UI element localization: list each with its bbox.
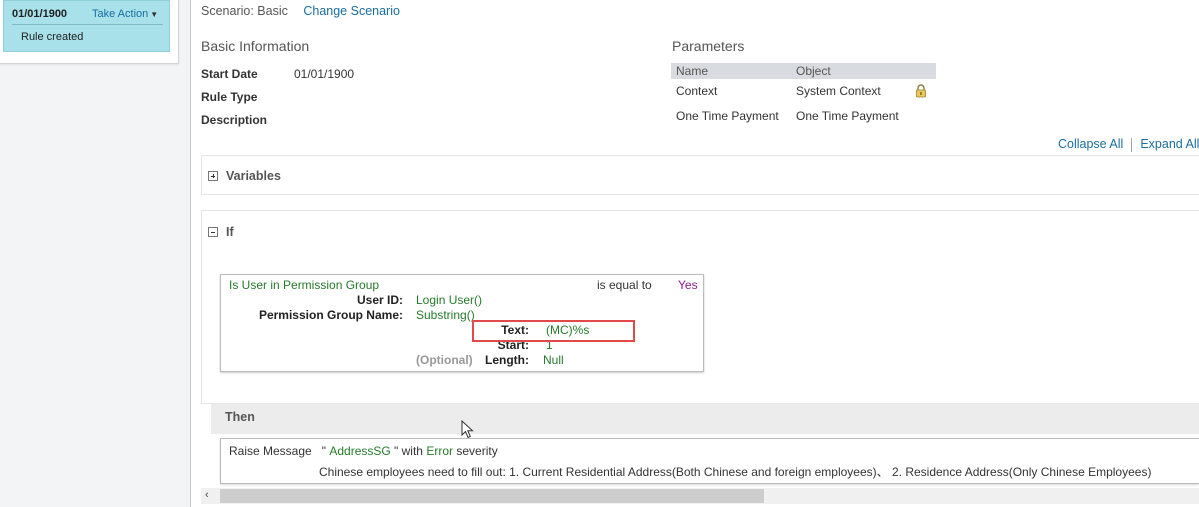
highlight-box [472,320,635,342]
function-name[interactable]: Is User in Permission Group [229,278,379,292]
then-section: Then [211,404,1199,434]
start-date-value: 01/01/1900 [294,67,355,81]
user-id-value[interactable]: Login User() [416,293,482,307]
user-id-label: User ID: [356,293,403,307]
basic-info-title: Basic Information [201,38,310,54]
variables-section: Variables [201,155,1199,195]
lock-icon [916,84,926,98]
message-level[interactable]: Error [426,444,453,458]
take-action-menu[interactable]: Take Action ▼ [92,8,158,20]
message-suffix: severity [456,444,498,458]
description-label: Description [201,113,268,127]
horizontal-scrollbar[interactable]: ‹ [201,488,1199,504]
expand-collapse-links: Collapse All Expand All [1058,137,1199,152]
length-label: Length: [485,353,529,367]
expand-all-link[interactable]: Expand All [1140,137,1199,151]
rule-type-label: Rule Type [201,90,258,104]
param-object: System Context [796,84,881,98]
parameters-header: Name Object [671,63,936,79]
collapse-all-link[interactable]: Collapse All [1058,137,1123,151]
expand-icon[interactable] [208,171,218,181]
message-name[interactable]: AddressSG [329,444,390,458]
mouse-cursor-icon [461,420,474,439]
change-scenario-link[interactable]: Change Scenario [303,4,400,18]
collapse-icon[interactable] [208,227,218,237]
history-card[interactable]: 01/01/1900 Take Action ▼ Rule created [3,0,170,52]
scroll-left-icon[interactable]: ‹ [205,489,209,501]
optional-label: (Optional) [416,353,473,367]
scrollbar-thumb[interactable] [220,489,764,503]
take-action-label[interactable]: Take Action [92,8,148,20]
raise-message-label[interactable]: Raise Message " AddressSG " with Error s… [229,444,498,458]
param-name: One Time Payment [676,109,779,123]
parameters-title: Parameters [672,38,745,54]
if-title[interactable]: If [226,225,234,239]
column-header-object: Object [796,64,831,78]
message-quote-close: " with [394,444,423,458]
divider [1131,137,1133,152]
message-quote-open: " [321,444,326,458]
chevron-down-icon[interactable]: ▼ [150,10,158,19]
permission-group-label: Permission Group Name: [258,308,403,322]
param-name: Context [676,84,718,98]
message-prefix: Raise Message [229,444,312,458]
condition-value[interactable]: Yes [678,278,698,292]
variables-title[interactable]: Variables [226,169,281,183]
permission-group-value[interactable]: Substring() [416,308,475,322]
start-date-label: Start Date [201,67,258,81]
history-note: Rule created [21,31,84,43]
scenario-bar: Scenario: Basic Change Scenario [201,4,400,18]
length-value[interactable]: Null [543,353,564,367]
history-panel: 01/01/1900 Take Action ▼ Rule created [0,0,179,64]
message-text: Chinese employees need to fill out: 1. C… [319,465,1152,479]
column-header-name: Name [676,64,709,78]
history-date: 01/01/1900 [12,8,68,20]
then-title: Then [225,410,255,424]
divider [12,24,163,25]
rule-editor: Scenario: Basic Change Scenario Basic In… [191,0,1199,507]
param-object: One Time Payment [796,109,899,123]
scenario-label: Scenario: Basic [201,4,288,18]
operator[interactable]: is equal to [597,278,652,292]
